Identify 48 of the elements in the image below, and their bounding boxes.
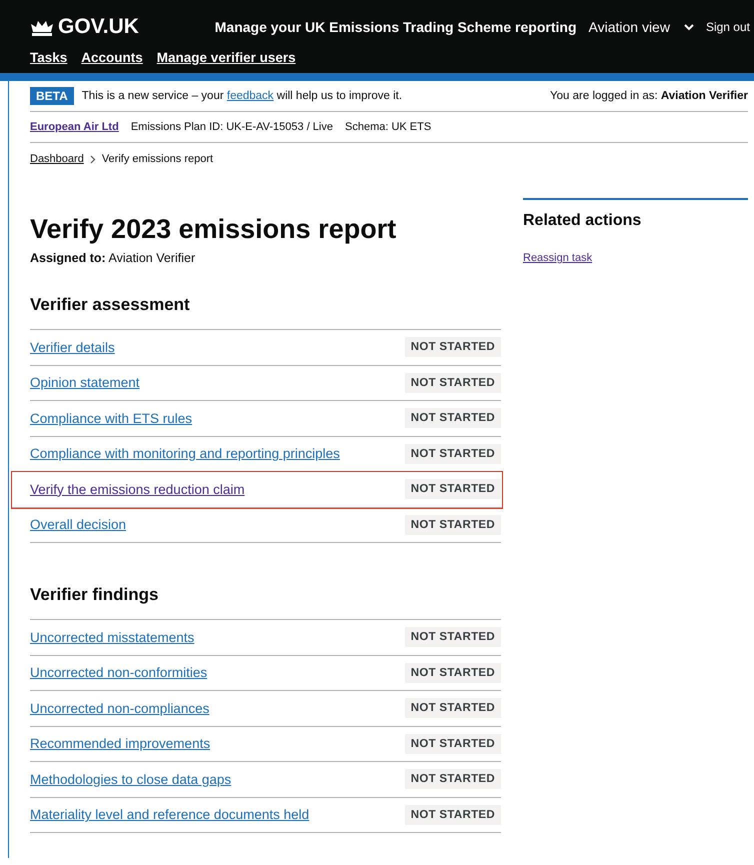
chevron-down-icon: [684, 24, 694, 30]
chevron-right-icon: [90, 154, 96, 164]
status-tag: NOT STARTED: [404, 804, 501, 825]
logo-link[interactable]: GOV.UK: [30, 15, 139, 39]
status-tag: NOT STARTED: [404, 337, 501, 358]
account-link[interactable]: European Air Ltd: [30, 121, 119, 133]
task-link[interactable]: Materiality level and reference documents held: [30, 807, 310, 822]
status-tag: NOT STARTED: [404, 627, 501, 648]
task-link[interactable]: Recommended improvements: [30, 736, 210, 752]
related-link[interactable]: Reassign task: [523, 252, 592, 264]
plan-id: Emissions Plan ID: UK-E-AV-15053 / Live: [130, 121, 333, 133]
task-link[interactable]: Uncorrected non-conformities: [30, 665, 208, 680]
schema-text: Schema: UK ETS: [345, 121, 432, 133]
task-link[interactable]: Uncorrected non-compliances: [30, 700, 210, 716]
page-title: Verify 2023 emissions report: [30, 214, 398, 245]
sign-out-link[interactable]: Sign out: [706, 20, 750, 34]
status-tag: NOT STARTED: [404, 372, 501, 393]
status-tag: NOT STARTED: [404, 479, 501, 500]
status-tag: NOT STARTED: [404, 698, 501, 718]
task-link[interactable]: Compliance with ETS rules: [30, 410, 192, 426]
nav-link[interactable]: Accounts: [81, 50, 143, 65]
task-link[interactable]: Verifier details: [30, 340, 115, 355]
task-link[interactable]: Uncorrected misstatements: [30, 630, 194, 645]
status-tag: NOT STARTED: [404, 514, 501, 535]
breadcrumb-current: Verify emissions report: [102, 153, 214, 165]
status-tag: NOT STARTED: [404, 734, 501, 754]
task-link[interactable]: Opinion statement: [30, 375, 140, 390]
feedback-link[interactable]: feedback: [226, 90, 274, 102]
task-link[interactable]: Overall decision: [30, 517, 126, 532]
status-tag: NOT STARTED: [404, 662, 501, 683]
phase-tag: BETA: [30, 87, 74, 105]
beta-message: This is a new service – your feedback will help us to improve it.: [82, 90, 402, 102]
service-name[interactable]: Manage your UK Emissions Trading Scheme reporting: [214, 19, 576, 35]
nav-link[interactable]: Tasks: [30, 50, 68, 65]
task-link[interactable]: Verify the emissions reduction claim: [30, 482, 245, 497]
status-tag: NOT STARTED: [404, 408, 501, 428]
view-switcher[interactable]: Aviation view: [588, 19, 694, 35]
status-tag: NOT STARTED: [404, 444, 501, 464]
section-heading: Verifier assessment: [30, 295, 191, 315]
assigned-to: Assigned to: Aviation Verifier: [30, 251, 196, 265]
logged-in-text: You are logged in as: Aviation Verifier: [550, 90, 748, 102]
task-link[interactable]: Compliance with monitoring and reporting principles: [30, 446, 340, 462]
breadcrumb-link[interactable]: Dashboard: [30, 153, 84, 165]
nav-link[interactable]: Manage verifier users: [156, 50, 296, 65]
related-heading: Related actions: [523, 212, 642, 230]
section-heading: Verifier findings: [30, 585, 160, 605]
status-tag: NOT STARTED: [404, 769, 501, 790]
task-link[interactable]: Methodologies to close data gaps: [30, 772, 232, 787]
